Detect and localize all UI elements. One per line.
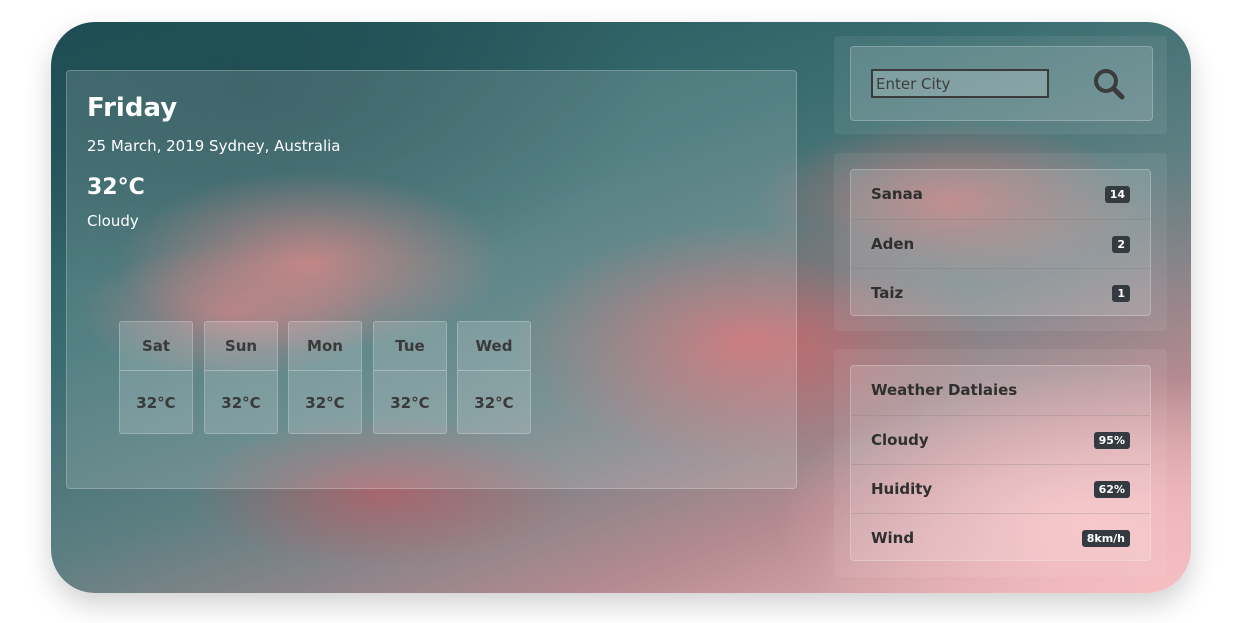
forecast-temp: 32°C — [474, 394, 514, 412]
forecast-card-wed: Wed 32°C — [457, 321, 531, 434]
current-temperature: 32°C — [87, 175, 145, 200]
details-title: Weather Datlaies — [871, 381, 1018, 399]
current-condition: Cloudy — [87, 212, 139, 230]
forecast-day: Wed — [458, 322, 530, 371]
forecast-temp: 32°C — [305, 394, 345, 412]
city-item-sanaa[interactable]: Sanaa 14 — [851, 170, 1150, 219]
city-name: Taiz — [871, 284, 904, 302]
search-button[interactable] — [1091, 67, 1127, 103]
forecast-card-mon: Mon 32°C — [288, 321, 362, 434]
weather-details-list: Weather Datlaies Cloudy 95% Huidity 62% … — [850, 365, 1151, 561]
detail-label: Wind — [871, 529, 915, 547]
forecast-day: Tue — [374, 322, 446, 371]
detail-value-badge: 8km/h — [1081, 530, 1130, 547]
detail-value-badge: 95% — [1093, 432, 1130, 449]
forecast-card-tue: Tue 32°C — [373, 321, 447, 434]
current-weather-card: Friday 25 March, 2019 Sydney, Australia … — [66, 70, 797, 489]
detail-item-cloudy: Cloudy 95% — [851, 415, 1150, 464]
city-item-aden[interactable]: Aden 2 — [851, 219, 1150, 268]
current-date-location: 25 March, 2019 Sydney, Australia — [87, 137, 341, 155]
city-name: Aden — [871, 235, 915, 253]
city-count-badge: 1 — [1112, 285, 1130, 302]
details-header: Weather Datlaies — [851, 366, 1150, 415]
city-item-taiz[interactable]: Taiz 1 — [851, 268, 1150, 317]
detail-label: Cloudy — [871, 431, 929, 449]
forecast-card-sat: Sat 32°C — [119, 321, 193, 434]
city-count-badge: 2 — [1112, 236, 1130, 253]
detail-label: Huidity — [871, 480, 933, 498]
detail-item-wind: Wind 8km/h — [851, 513, 1150, 562]
search-card — [850, 46, 1153, 121]
forecast-day: Sun — [205, 322, 277, 371]
detail-value-badge: 62% — [1093, 481, 1130, 498]
forecast-temp: 32°C — [390, 394, 430, 412]
forecast-temp: 32°C — [136, 394, 176, 412]
current-day: Friday — [87, 93, 178, 123]
forecast-day: Mon — [289, 322, 361, 371]
city-count-badge: 14 — [1104, 186, 1130, 203]
city-search-input[interactable] — [871, 69, 1049, 98]
forecast-temp: 32°C — [221, 394, 261, 412]
forecast-card-sun: Sun 32°C — [204, 321, 278, 434]
search-icon — [1094, 69, 1125, 100]
cities-list: Sanaa 14 Aden 2 Taiz 1 — [850, 169, 1151, 316]
weather-app: Friday 25 March, 2019 Sydney, Australia … — [51, 22, 1191, 593]
city-name: Sanaa — [871, 185, 923, 203]
detail-item-humidity: Huidity 62% — [851, 464, 1150, 513]
forecast-day: Sat — [120, 322, 192, 371]
